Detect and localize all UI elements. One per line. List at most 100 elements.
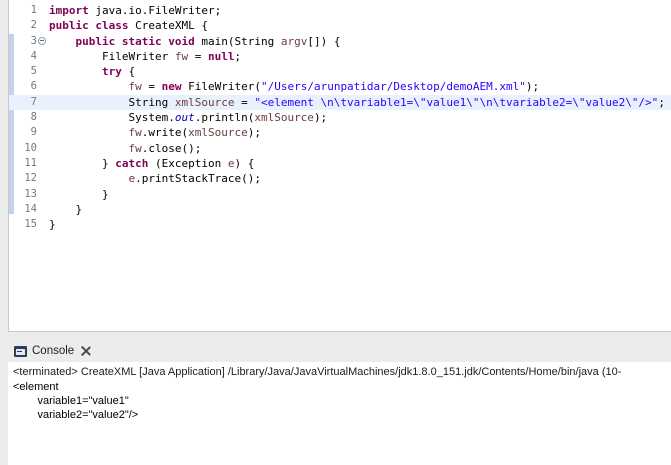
code-text: String xmlSource = "<element \n\tvariabl… [49, 95, 664, 110]
code-line[interactable]: 12 e.printStackTrace(); [9, 171, 671, 186]
code-token: fw [128, 126, 142, 140]
console-output: <element variable1="value1" variable2="v… [13, 380, 138, 422]
code-line[interactable]: 2 public class CreateXML { [9, 18, 671, 33]
code-text: e.printStackTrace(); [49, 171, 261, 186]
code-text: fw = new FileWriter("/Users/arunpatidar/… [49, 79, 539, 94]
code-text: public class CreateXML { [49, 18, 208, 33]
code-token: System. [49, 111, 175, 125]
code-token: try [101, 65, 122, 79]
code-token: "<element \n\tvariable1=\"value1\"\n\tva… [254, 95, 659, 109]
code-token: public [75, 34, 116, 48]
code-token: CreateXML { [128, 19, 208, 33]
code-token: FileWriter( [181, 80, 261, 94]
line-number: 12 [24, 172, 37, 185]
console-output-area[interactable]: <terminated> CreateXML [Java Application… [8, 362, 671, 465]
code-line[interactable]: 3 public static void main(String argv[])… [9, 34, 671, 49]
code-token: void [168, 34, 195, 48]
code-token: new [161, 80, 182, 94]
console-output-line: variable1="value1" [13, 395, 129, 407]
line-number: 7 [30, 95, 37, 108]
line-number: 11 [24, 156, 37, 169]
console-output-line: variable2="value2"/> [13, 409, 139, 421]
code-line[interactable]: 6 fw = new FileWriter("/Users/arunpatida… [9, 79, 671, 94]
code-lines: 1 import java.io.FileWriter; 2 public class… [9, 3, 671, 232]
code-line[interactable]: 11 } catch (Exception e) { [9, 156, 671, 171]
code-token: ); [313, 111, 328, 125]
code-token: fw [128, 141, 142, 155]
code-editor[interactable]: 1 import java.io.FileWriter; 2 public class… [8, 0, 671, 332]
ide-window: 1 import java.io.FileWriter; 2 public class… [0, 0, 671, 465]
code-token: xmlSource [254, 111, 314, 125]
code-text: FileWriter fw = null; [49, 49, 241, 64]
console-icon [14, 345, 27, 357]
console-status-line: <terminated> CreateXML [Java Application… [13, 366, 622, 378]
code-token: argv [280, 34, 308, 48]
code-token: ; [234, 49, 242, 63]
code-token: ); [525, 80, 540, 94]
code-token: import [49, 4, 89, 17]
code-text: fw.write(xmlSource); [49, 125, 261, 140]
code-token: static [121, 34, 162, 48]
code-token: main(String [194, 34, 281, 48]
code-token: } [49, 218, 56, 232]
code-text: } [49, 217, 56, 232]
line-number: 4 [30, 49, 37, 62]
code-text: System.out.println(xmlSource); [49, 110, 327, 125]
code-token: ) { [234, 156, 255, 170]
code-line[interactable]: 4 FileWriter fw = null; [9, 49, 671, 64]
code-token: = [234, 95, 255, 109]
code-line[interactable]: 5 try { [9, 64, 671, 79]
code-token: class [95, 19, 129, 33]
code-line[interactable]: 1 import java.io.FileWriter; [9, 3, 671, 18]
close-icon[interactable] [81, 346, 91, 356]
code-token: ); [247, 126, 261, 140]
console-tab-label: Console [32, 345, 75, 357]
code-token: out [174, 111, 195, 125]
code-token: xmlSource [188, 126, 248, 140]
code-text: } catch (Exception e) { [49, 156, 254, 171]
code-token: { [121, 65, 136, 79]
code-token: "/Users/arunpatidar/Desktop/demoAEM.xml" [260, 80, 526, 94]
code-token: null [207, 49, 235, 63]
code-token: } [49, 187, 109, 201]
line-number: 13 [24, 187, 37, 200]
code-token: } [49, 202, 83, 216]
code-token: FileWriter [49, 49, 175, 63]
code-line[interactable]: 7 String xmlSource = "<element \n\tvaria… [9, 94, 671, 111]
line-number: 6 [30, 80, 37, 93]
code-token: .printStackTrace(); [135, 172, 261, 186]
console-view-header: Console [8, 340, 671, 362]
code-token: (Exception [148, 156, 228, 170]
code-text: public static void main(String argv[]) { [49, 34, 341, 49]
code-token: = [188, 49, 208, 63]
code-line[interactable]: 14 } [9, 202, 671, 217]
code-token: xmlSource [174, 95, 235, 109]
code-text: } [49, 187, 109, 202]
line-number: 1 [30, 4, 37, 16]
code-text: import java.io.FileWriter; [49, 3, 221, 18]
code-token: = [141, 80, 162, 94]
code-line[interactable]: 13 } [9, 187, 671, 202]
line-number: 5 [30, 65, 37, 78]
console-output-line: <element [13, 381, 62, 393]
line-number: 14 [24, 202, 37, 215]
code-line[interactable]: 10 fw.close(); [9, 141, 671, 156]
code-token: .close(); [141, 141, 202, 155]
code-token: fw [128, 80, 142, 94]
code-line[interactable]: 8 System.out.println(xmlSource); [9, 110, 671, 125]
code-token: []) { [307, 34, 341, 48]
code-line[interactable]: 9 fw.write(xmlSource); [9, 125, 671, 140]
code-token: } [49, 156, 116, 170]
line-number: 3 [30, 34, 37, 47]
code-token: fw [174, 49, 189, 63]
code-line[interactable]: 15} [9, 217, 671, 232]
fold-collapse-icon[interactable] [38, 36, 46, 45]
line-number: 15 [24, 218, 37, 231]
code-token: String [49, 95, 175, 109]
tab-console[interactable]: Console [8, 340, 97, 362]
